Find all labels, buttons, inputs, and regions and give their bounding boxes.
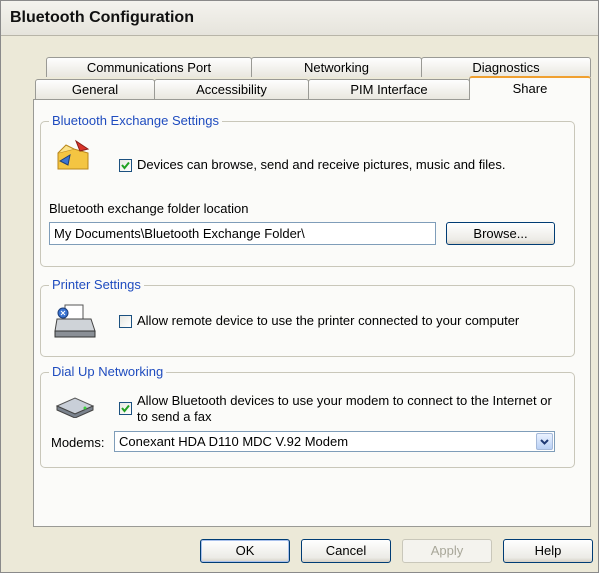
bluetooth-configuration-window: Bluetooth Configuration Communications P…: [0, 0, 599, 573]
tab-communications-port[interactable]: Communications Port: [46, 57, 252, 77]
help-button[interactable]: Help: [503, 539, 593, 563]
cancel-button[interactable]: Cancel: [301, 539, 391, 563]
printer-settings-group: Printer Settings Allow remote device to …: [40, 277, 575, 357]
share-tab-panel: Bluetooth Exchange Settings Devices can …: [33, 99, 591, 527]
modem-select-value: Conexant HDA D110 MDC V.92 Modem: [119, 434, 349, 449]
group-label: Printer Settings: [49, 277, 144, 292]
printer-checkbox[interactable]: [119, 315, 132, 328]
apply-button[interactable]: Apply: [402, 539, 492, 563]
tab-label: Accessibility: [196, 82, 267, 97]
dialup-checkbox[interactable]: [119, 402, 132, 415]
tab-accessibility[interactable]: Accessibility: [154, 79, 309, 99]
tab-label: PIM Interface: [350, 82, 428, 97]
exchange-settings-group: Bluetooth Exchange Settings Devices can …: [40, 113, 575, 267]
chevron-down-icon[interactable]: [536, 433, 553, 450]
browse-button[interactable]: Browse...: [446, 222, 555, 245]
printer-icon: [53, 303, 97, 344]
title-bar[interactable]: Bluetooth Configuration: [1, 1, 598, 36]
group-label: Bluetooth Exchange Settings: [49, 113, 222, 128]
tab-label: Diagnostics: [472, 60, 540, 75]
exchange-checkbox[interactable]: [119, 159, 132, 172]
tab-label: Networking: [303, 60, 370, 75]
dialup-checkbox-label-line1: Allow Bluetooth devices to use your mode…: [137, 393, 552, 408]
tab-networking[interactable]: Networking: [251, 57, 422, 77]
modem-icon: [55, 396, 95, 421]
printer-checkbox-label: Allow remote device to use the printer c…: [137, 313, 520, 328]
tab-label: General: [71, 82, 119, 97]
tab-diagnostics[interactable]: Diagnostics: [421, 57, 591, 77]
tab-pim-interface[interactable]: PIM Interface: [308, 79, 470, 99]
group-label: Dial Up Networking: [49, 364, 167, 379]
tab-label: Share: [512, 81, 548, 96]
dialup-checkbox-label-line2: to send a fax: [137, 409, 212, 424]
modems-label: Modems:: [51, 435, 105, 450]
exchange-checkbox-label: Devices can browse, send and receive pic…: [137, 157, 506, 172]
folder-location-label: Bluetooth exchange folder location: [49, 201, 249, 216]
tab-general[interactable]: General: [35, 79, 155, 99]
tab-share[interactable]: Share: [469, 76, 591, 100]
folder-transfer-icon: [54, 139, 94, 176]
dialup-networking-group: Dial Up Networking Allow Bluetooth devic…: [40, 364, 575, 468]
window-title: Bluetooth Configuration: [10, 9, 194, 26]
ok-button[interactable]: OK: [200, 539, 290, 563]
folder-location-input[interactable]: My Documents\Bluetooth Exchange Folder\: [49, 222, 436, 245]
modem-select[interactable]: Conexant HDA D110 MDC V.92 Modem: [114, 431, 555, 452]
tab-label: Communications Port: [86, 60, 212, 75]
